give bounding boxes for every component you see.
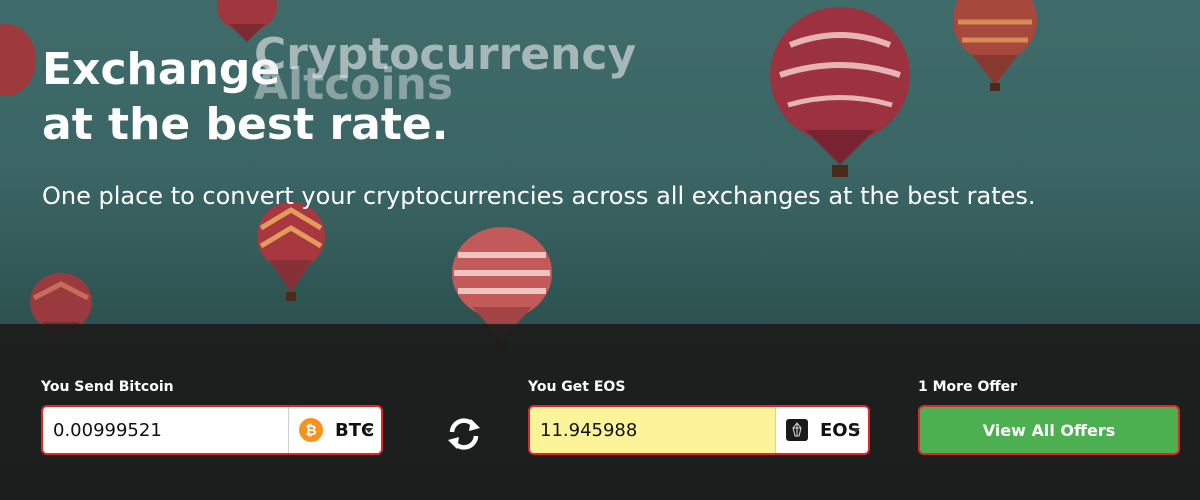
hero-title-line-2: at the best rate. (42, 99, 449, 150)
swap-button[interactable] (444, 414, 484, 454)
bitcoin-icon: ₿ (299, 418, 323, 442)
get-field: EOS (528, 405, 870, 455)
get-amount-output[interactable] (530, 407, 775, 453)
chevron-down-icon (852, 428, 860, 433)
get-coin-select[interactable]: EOS (775, 407, 868, 453)
balloon-image (257, 202, 325, 301)
send-amount-input[interactable] (43, 407, 288, 453)
send-coin-select[interactable]: ₿ BTC (288, 407, 381, 453)
balloon-image (0, 24, 36, 96)
get-amount-highlight (530, 407, 775, 453)
send-field: ₿ BTC (41, 405, 383, 455)
get-label: You Get EOS (528, 379, 626, 395)
offers-count-label: 1 More Offer (918, 379, 1018, 395)
send-label: You Send Bitcoin (41, 379, 174, 395)
hero-subtitle: One place to convert your cryptocurrenci… (42, 182, 1036, 210)
eos-icon (786, 419, 808, 441)
hero-title-line-1: Exchange (42, 44, 281, 95)
balloon-image (953, 0, 1037, 91)
chevron-down-icon (365, 428, 373, 433)
swap-icon (448, 418, 480, 450)
view-all-offers-button[interactable]: View All Offers (918, 405, 1180, 455)
balloon-image (770, 7, 910, 177)
